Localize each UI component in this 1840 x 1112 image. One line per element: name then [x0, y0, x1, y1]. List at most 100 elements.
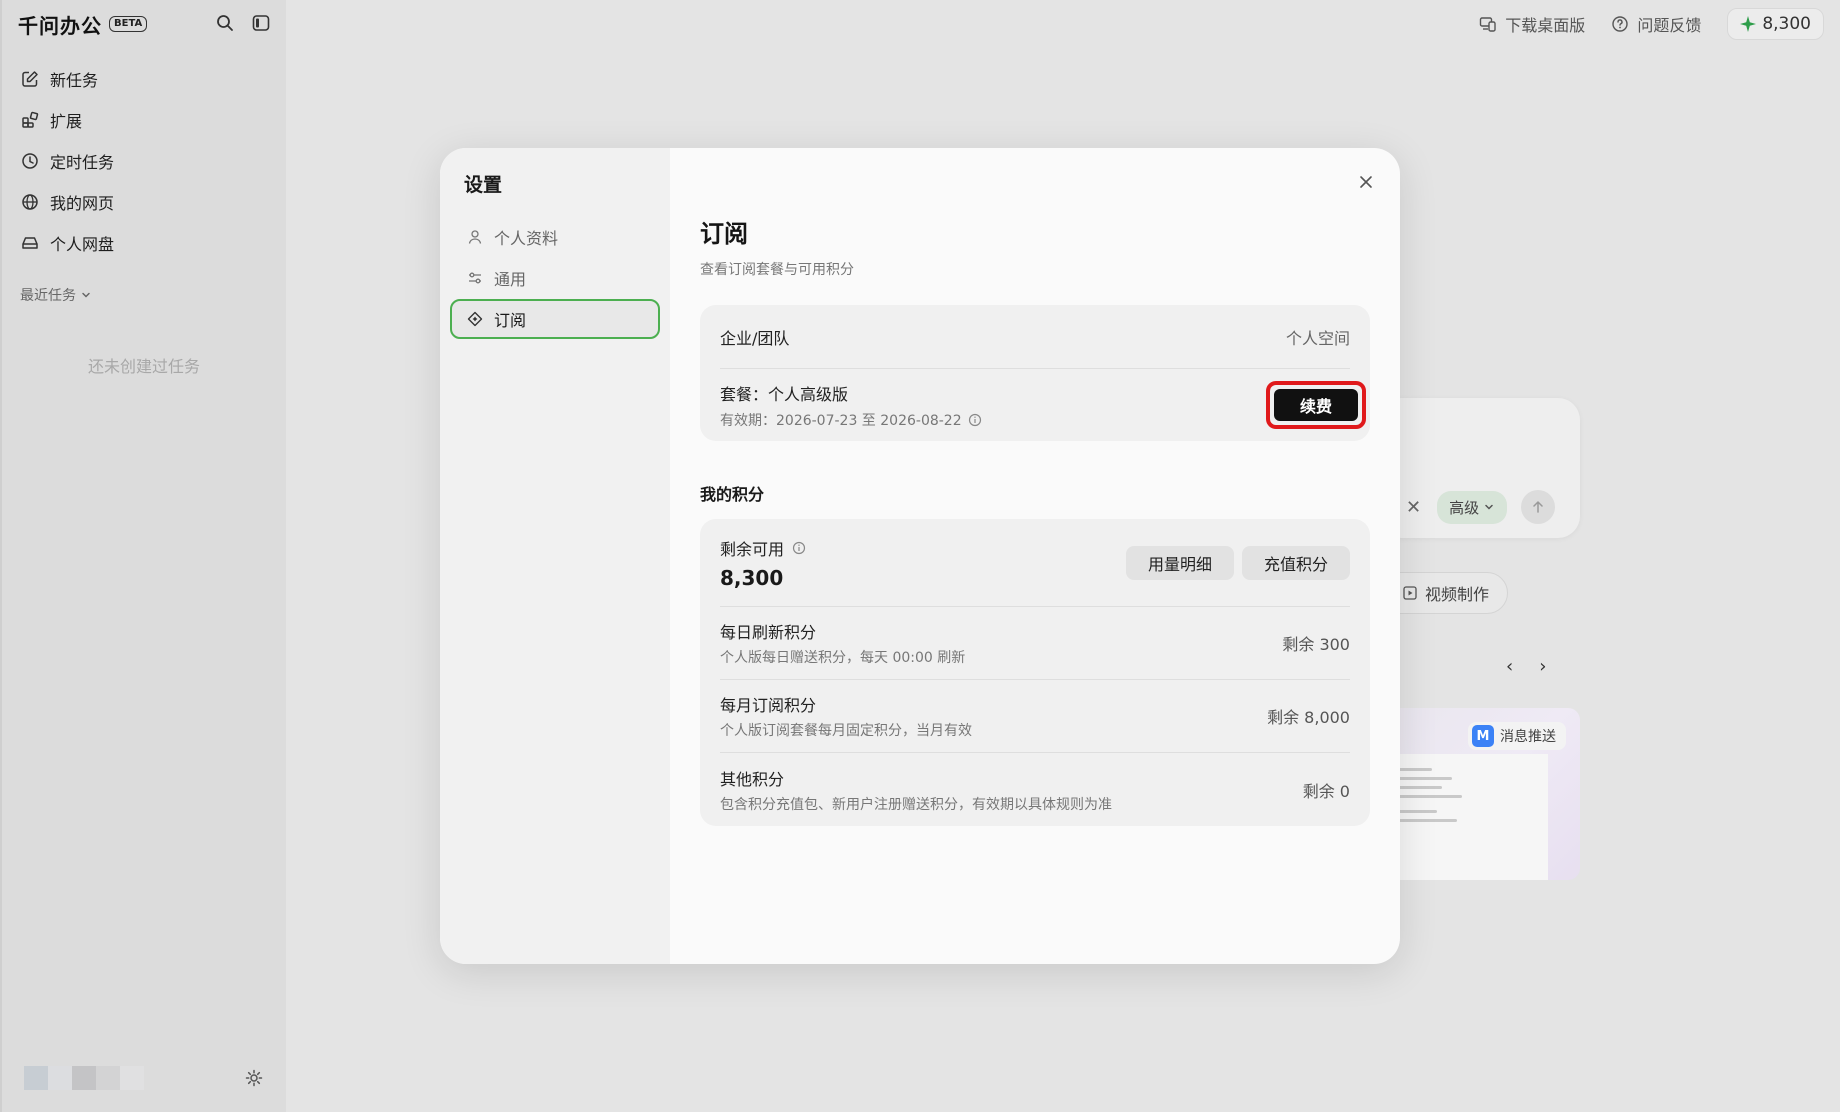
points-row-other: 其他积分 包含积分充值包、新用户注册赠送积分，有效期以具体规则为准 剩余 0: [720, 753, 1350, 826]
download-label: 下载桌面版: [1505, 16, 1586, 35]
info-icon[interactable]: [792, 541, 806, 555]
chevron-left-icon[interactable]: ‹: [1506, 656, 1513, 677]
bg-preview-card[interactable]: M 消息推送: [1380, 708, 1580, 880]
plan-row: 套餐：个人高级版 有效期：2026-07-23 至 2026-08-22 续费: [720, 369, 1366, 441]
sidebar-nav: 新任务 扩展 定时任务 我的网页 个人网盘: [2, 58, 286, 263]
recent-tasks-label: 最近任务: [20, 288, 76, 304]
sidebar-item-extensions[interactable]: 扩展: [2, 99, 286, 140]
chevron-right-icon[interactable]: ›: [1539, 656, 1546, 677]
topup-points-button[interactable]: 充值积分: [1241, 545, 1350, 580]
drive-icon: [20, 233, 40, 253]
close-icon[interactable]: [1354, 170, 1378, 194]
settings-tab-subscription[interactable]: 订阅: [450, 299, 660, 339]
arrow-up-icon: [1533, 500, 1543, 513]
workspace-row: 企业/团队 个人空间: [720, 305, 1350, 369]
settings-modal: 设置 个人资料 通用 订阅 订阅 查看订阅套餐与可用积分 企业/团队 个人空间 …: [440, 148, 1400, 964]
remaining-label: 剩余可用: [720, 536, 806, 560]
sidebar-item-new-task[interactable]: 新任务: [2, 58, 286, 99]
gear-icon[interactable]: [244, 1068, 264, 1088]
points-row-monthly: 每月订阅积分 个人版订阅套餐每月固定积分，当月有效 剩余 8,000: [720, 680, 1350, 753]
empty-tasks-text: 还未创建过任务: [87, 357, 200, 376]
sliders-icon: [466, 269, 484, 287]
page-subtitle: 查看订阅套餐与可用积分: [700, 262, 854, 278]
sidebar-item-label: 个人网盘: [50, 234, 115, 254]
bg-doc-thumbnail: [1380, 754, 1548, 880]
recent-tasks-toggle[interactable]: 最近任务: [2, 285, 286, 305]
points-pill[interactable]: 8,300: [1727, 8, 1824, 40]
search-icon[interactable]: [216, 14, 234, 32]
chevron-down-icon: [1483, 501, 1495, 513]
org-label: 企业/团队: [720, 328, 790, 348]
diamond-icon: [466, 310, 484, 328]
subscription-panel: 订阅 查看订阅套餐与可用积分 企业/团队 个人空间 套餐：个人高级版 有效期：2…: [670, 148, 1400, 964]
points-row-name: 每日刷新积分: [720, 623, 817, 642]
close-icon[interactable]: ✕: [1398, 493, 1429, 522]
bg-carousel-nav: ‹ ›: [1506, 656, 1546, 677]
sidebar-item-label: 我的网页: [50, 193, 115, 213]
extensions-icon: [20, 110, 40, 130]
bg-message-label: 消息推送: [1500, 729, 1556, 745]
settings-tab-label: 个人资料: [494, 229, 559, 248]
points-row-name: 其他积分: [720, 769, 785, 789]
points-section-title: 我的积分: [700, 485, 765, 504]
bg-message-tag: M 消息推送: [1468, 722, 1566, 750]
workspace-switch[interactable]: 个人空间: [1286, 325, 1350, 349]
bg-advanced-dropdown[interactable]: 高级: [1437, 490, 1508, 524]
top-bar: 下载桌面版 问题反馈 8,300: [1479, 8, 1824, 40]
sidebar-item-label: 定时任务: [50, 152, 115, 172]
settings-nav: 设置 个人资料 通用 订阅: [440, 148, 670, 964]
feedback-link[interactable]: 问题反馈: [1611, 12, 1701, 36]
help-icon: [1611, 15, 1629, 33]
sidebar-item-drive[interactable]: 个人网盘: [2, 222, 286, 263]
info-icon[interactable]: [968, 413, 982, 427]
globe-icon: [20, 192, 40, 212]
points-row-remain: 剩余 8,000: [1267, 708, 1350, 727]
send-button[interactable]: [1521, 490, 1556, 524]
points-row-desc: 包含积分充值包、新用户注册赠送积分，有效期以具体规则为准: [720, 796, 1112, 813]
chevron-down-icon: [80, 289, 92, 301]
renew-button[interactable]: 续费: [1274, 389, 1358, 421]
sidebar: 千问办公 BETA 新任务 扩展 定时任务 我的网页 个人网盘 最近任务 还未创…: [0, 0, 286, 1112]
page-title: 订阅: [700, 220, 748, 248]
video-icon: [1403, 586, 1417, 600]
points-row-remain: 剩余 0: [1302, 781, 1350, 801]
clock-icon: [20, 151, 40, 171]
remaining-row: 剩余可用 8,300 用量明细 充值积分: [720, 519, 1350, 607]
sidebar-toggle-icon[interactable]: [252, 14, 270, 32]
sidebar-top-icons: [216, 14, 270, 32]
settings-tab-profile[interactable]: 个人资料: [450, 217, 660, 257]
avatar[interactable]: [24, 1066, 144, 1090]
bg-advanced-label: 高级: [1449, 498, 1480, 517]
sidebar-footer: [24, 1054, 264, 1102]
points-card: 剩余可用 8,300 用量明细 充值积分 每日刷新积分 个人版每日赠送积分，每天…: [700, 519, 1370, 826]
settings-tab-general[interactable]: 通用: [450, 258, 660, 298]
points-value: 8,300: [1762, 14, 1811, 34]
sidebar-item-label: 新任务: [50, 70, 99, 90]
sidebar-item-scheduled[interactable]: 定时任务: [2, 140, 286, 181]
sidebar-item-label: 扩展: [50, 111, 83, 131]
plan-validity: 有效期：2026-07-23 至 2026-08-22: [720, 410, 982, 430]
validity-text: 有效期：2026-07-23 至 2026-08-22: [720, 412, 962, 429]
remaining-value: 8,300: [720, 565, 784, 590]
bg-video-label: 视频制作: [1424, 585, 1489, 604]
remaining-label-text: 剩余可用: [720, 539, 785, 559]
download-desktop-link[interactable]: 下载桌面版: [1479, 12, 1585, 36]
points-row-desc: 个人版订阅套餐每月固定积分，当月有效: [720, 723, 972, 739]
sparkle-icon: [1740, 16, 1757, 32]
settings-title: 设置: [464, 174, 503, 196]
settings-tab-label: 通用: [494, 270, 527, 289]
plan-name: 套餐：个人高级版: [720, 384, 849, 404]
renew-highlight: 续费: [1266, 381, 1366, 429]
points-row-name: 每月订阅积分: [720, 696, 817, 715]
points-row-desc: 个人版每日赠送积分，每天 00:00 刷新: [720, 650, 966, 666]
sidebar-item-my-pages[interactable]: 我的网页: [2, 181, 286, 222]
usage-details-button[interactable]: 用量明细: [1125, 545, 1234, 580]
bg-input-tools: ✕ 高级: [1398, 490, 1556, 524]
points-actions: 用量明细 充值积分: [1125, 545, 1350, 580]
edit-icon: [20, 69, 40, 89]
message-badge-icon: M: [1472, 725, 1494, 747]
user-icon: [466, 228, 484, 246]
settings-tab-label: 订阅: [494, 311, 527, 330]
app-title: 千问办公: [18, 13, 102, 38]
plan-card: 企业/团队 个人空间 套餐：个人高级版 有效期：2026-07-23 至 202…: [700, 305, 1370, 441]
